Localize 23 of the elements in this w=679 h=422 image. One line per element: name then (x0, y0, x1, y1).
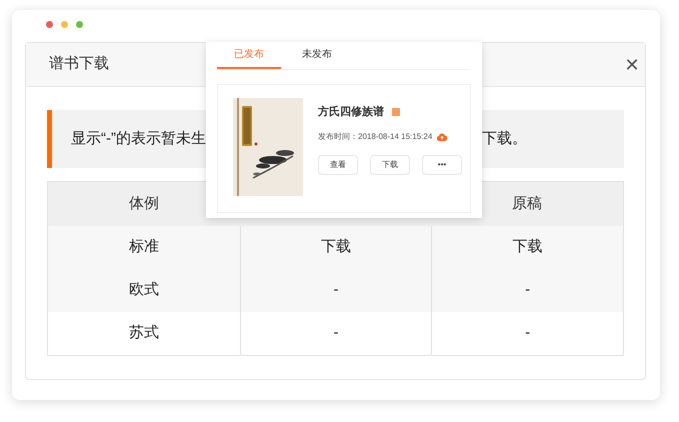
action-button[interactable]: ••• (422, 154, 462, 174)
column-header: 原稿 (512, 194, 542, 214)
notice-text: 显示“-”的表示暂未生 (71, 128, 206, 149)
book-title: 方氏四修族谱 (318, 104, 384, 120)
table-cell-text: 下载 (320, 237, 351, 258)
table-cell-text: 下载 (512, 237, 543, 258)
table-cell-text: 苏式 (128, 323, 159, 344)
tab[interactable]: 未发布 (285, 42, 349, 69)
column-header: 体例 (128, 194, 159, 214)
table-cell-text: - (333, 323, 338, 344)
table-cell-text: 标准 (128, 237, 159, 258)
table-cell-text: - (525, 280, 530, 300)
table-cell-text: - (333, 280, 338, 300)
publish-time: 发布时间：2018-08-14 15:15:24 (318, 130, 432, 142)
notice-text: 下载。 (482, 128, 527, 149)
close-button[interactable]: ✕ (621, 56, 643, 74)
table-cell-text: - (525, 323, 530, 344)
action-button[interactable]: 下载 (370, 154, 410, 174)
table-cell-text: 欧式 (128, 280, 159, 300)
cloud-upload-icon[interactable] (437, 132, 448, 140)
dialog-title: 谱书下载 (49, 54, 109, 74)
action-button[interactable]: 查看 (318, 154, 358, 174)
seal-icon (392, 108, 400, 116)
